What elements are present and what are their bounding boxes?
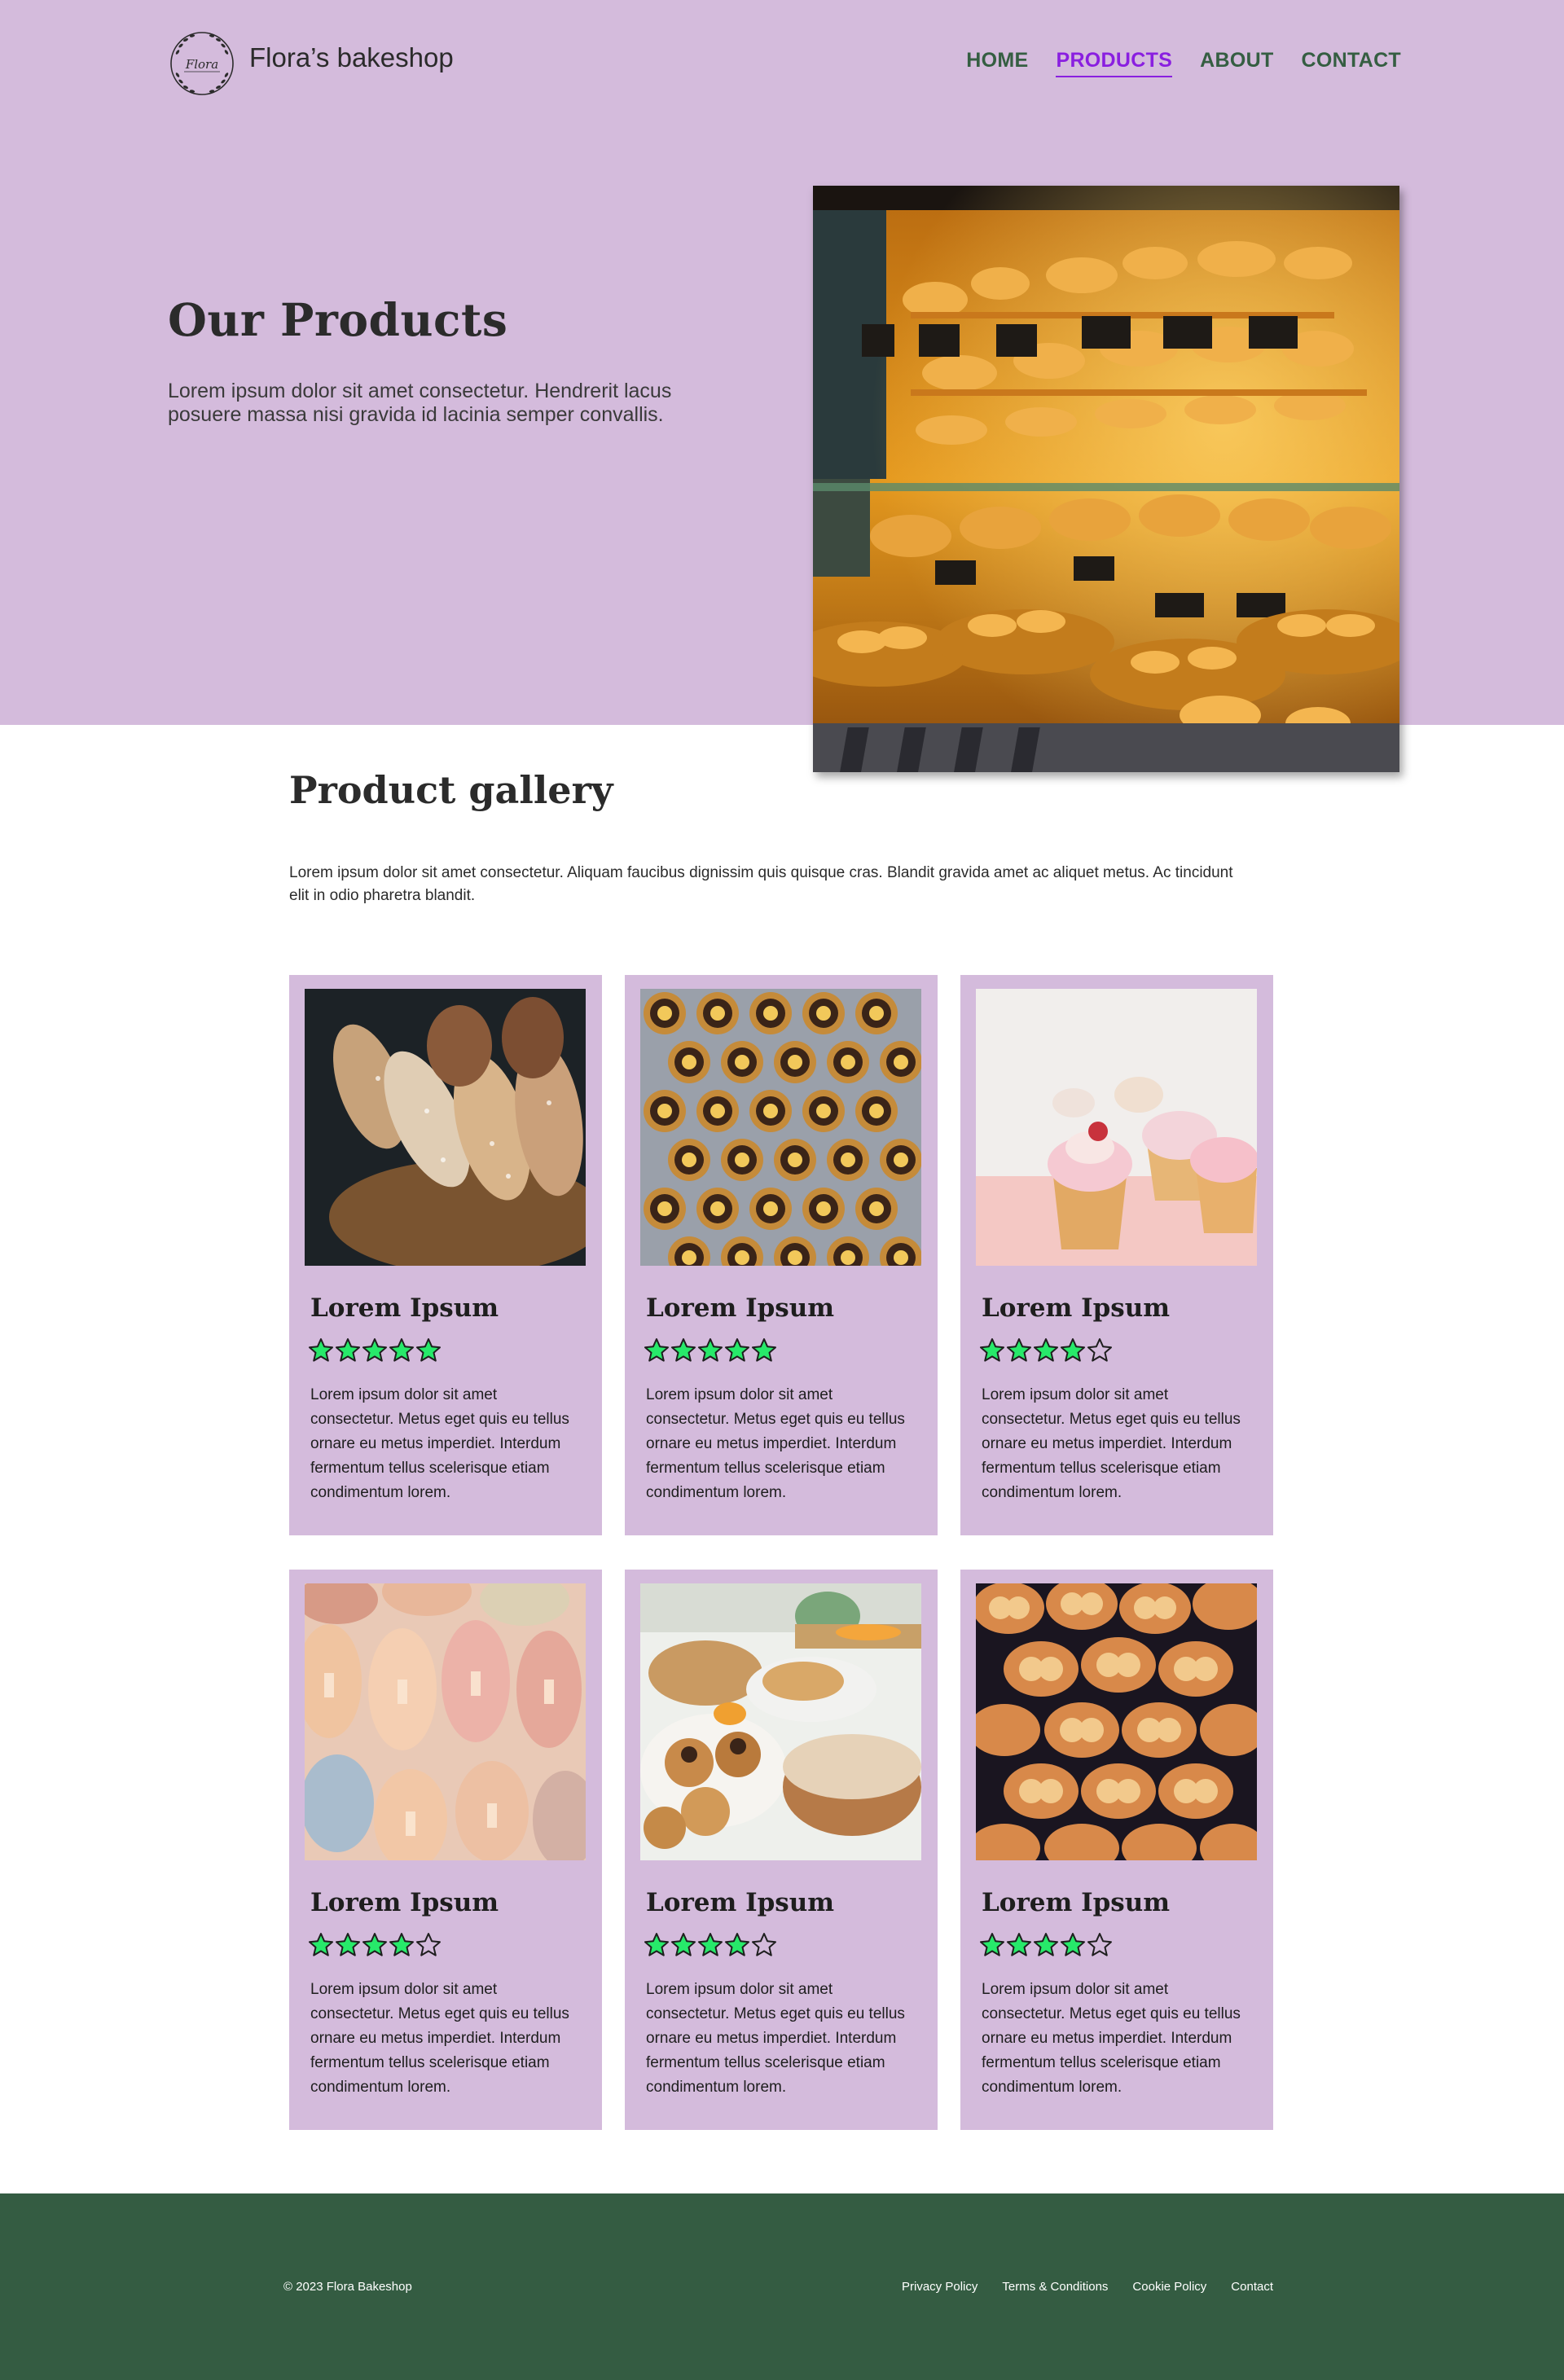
product-card[interactable]: Lorem Ipsum Lorem ipsum dolor sit amet c…	[960, 1570, 1273, 2130]
star-rating	[308, 1337, 586, 1363]
page-title: Our Products	[168, 293, 508, 346]
star-rating	[979, 1932, 1258, 1958]
star-filled-icon	[1061, 1933, 1085, 1956]
star-empty-icon	[416, 1933, 441, 1956]
product-card[interactable]: Lorem Ipsum Lorem ipsum dolor sit amet c…	[625, 975, 938, 1535]
star-filled-icon	[416, 1338, 441, 1362]
product-title: Lorem Ipsum	[646, 1293, 835, 1323]
brand-name[interactable]: Flora’s bakeshop	[249, 42, 454, 73]
star-filled-icon	[980, 1933, 1004, 1956]
product-title: Lorem Ipsum	[310, 1293, 499, 1323]
star-filled-icon	[698, 1338, 723, 1362]
product-image-pastries	[640, 1583, 921, 1860]
star-filled-icon	[389, 1338, 414, 1362]
product-description: Lorem ipsum dolor sit amet consectetur. …	[310, 1981, 569, 2096]
site-footer: © 2023 Flora Bakeshop Privacy Policy Ter…	[0, 2193, 1564, 2380]
product-card[interactable]: Lorem Ipsum Lorem ipsum dolor sit amet c…	[289, 975, 602, 1535]
star-filled-icon	[644, 1338, 669, 1362]
star-filled-icon	[362, 1338, 387, 1362]
footer-link-terms[interactable]: Terms & Conditions	[1002, 2280, 1108, 2294]
star-empty-icon	[1087, 1338, 1112, 1362]
star-filled-icon	[1007, 1338, 1031, 1362]
nav-home[interactable]: HOME	[966, 49, 1028, 77]
footer-link-contact[interactable]: Contact	[1231, 2280, 1273, 2294]
gallery-description: Lorem ipsum dolor sit amet consectetur. …	[289, 864, 1233, 904]
star-filled-icon	[980, 1338, 1004, 1362]
product-description: Lorem ipsum dolor sit amet consectetur. …	[646, 1386, 905, 1501]
product-card[interactable]: Lorem Ipsum Lorem ipsum dolor sit amet c…	[625, 1570, 938, 2130]
star-rating	[308, 1932, 586, 1958]
footer-link-cookies[interactable]: Cookie Policy	[1132, 2280, 1206, 2294]
product-image-macarons	[305, 1583, 586, 1860]
star-filled-icon	[309, 1338, 333, 1362]
product-title: Lorem Ipsum	[310, 1888, 499, 1917]
product-title: Lorem Ipsum	[646, 1888, 835, 1917]
nav-products[interactable]: PRODUCTS	[1056, 49, 1173, 77]
star-filled-icon	[1007, 1933, 1031, 1956]
product-title: Lorem Ipsum	[982, 1888, 1171, 1917]
nav-contact[interactable]: CONTACT	[1302, 49, 1401, 77]
flora-logo[interactable]: Flora	[168, 26, 236, 101]
star-filled-icon	[725, 1933, 749, 1956]
gallery-title: Product gallery	[289, 768, 613, 812]
footer-links: Privacy Policy Terms & Conditions Cookie…	[902, 2280, 1273, 2294]
nav-about[interactable]: ABOUT	[1200, 49, 1273, 77]
star-filled-icon	[725, 1338, 749, 1362]
product-image-bread	[305, 989, 586, 1266]
svg-text:Flora: Flora	[185, 57, 218, 72]
star-filled-icon	[336, 1338, 360, 1362]
footer-link-privacy[interactable]: Privacy Policy	[902, 2280, 978, 2294]
main-nav: HOME PRODUCTS ABOUT CONTACT	[966, 49, 1401, 77]
product-description: Lorem ipsum dolor sit amet consectetur. …	[982, 1386, 1241, 1501]
product-title: Lorem Ipsum	[982, 1293, 1171, 1323]
product-image-tarts	[640, 989, 921, 1266]
star-empty-icon	[752, 1933, 776, 1956]
star-filled-icon	[1034, 1933, 1058, 1956]
star-filled-icon	[389, 1933, 414, 1956]
star-filled-icon	[1061, 1338, 1085, 1362]
product-grid: Lorem Ipsum Lorem ipsum dolor sit amet c…	[289, 975, 1273, 2130]
star-rating	[644, 1932, 922, 1958]
star-filled-icon	[671, 1338, 696, 1362]
hero-description: Lorem ipsum dolor sit amet consectetur. …	[168, 380, 672, 426]
star-filled-icon	[698, 1933, 723, 1956]
product-card[interactable]: Lorem Ipsum Lorem ipsum dolor sit amet c…	[289, 1570, 602, 2130]
star-rating	[979, 1337, 1258, 1363]
star-filled-icon	[309, 1933, 333, 1956]
bakery-display-image	[813, 186, 1399, 772]
star-filled-icon	[671, 1933, 696, 1956]
star-filled-icon	[1034, 1338, 1058, 1362]
star-filled-icon	[336, 1933, 360, 1956]
star-filled-icon	[362, 1933, 387, 1956]
star-empty-icon	[1087, 1933, 1112, 1956]
product-description: Lorem ipsum dolor sit amet consectetur. …	[982, 1981, 1241, 2096]
star-filled-icon	[752, 1338, 776, 1362]
star-filled-icon	[644, 1933, 669, 1956]
product-description: Lorem ipsum dolor sit amet consectetur. …	[310, 1386, 569, 1501]
product-description: Lorem ipsum dolor sit amet consectetur. …	[646, 1981, 905, 2096]
copyright-text: © 2023 Flora Bakeshop	[283, 2280, 412, 2294]
product-card[interactable]: Lorem Ipsum Lorem ipsum dolor sit amet c…	[960, 975, 1273, 1535]
product-image-palmiers	[976, 1583, 1257, 1860]
product-image-cupcakes	[976, 989, 1257, 1266]
star-rating	[644, 1337, 922, 1363]
